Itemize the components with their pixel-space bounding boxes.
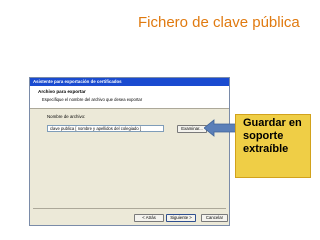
- callout-box: Guardar en soporte extraíble: [235, 114, 311, 178]
- browse-button[interactable]: Examinar...: [177, 125, 207, 133]
- button-separator: [33, 208, 226, 209]
- header-subtitle: Especifique el nombre del archivo que de…: [42, 97, 143, 102]
- dialog-header: Archivo para exportar Especifique el nom…: [30, 86, 229, 109]
- cancel-button[interactable]: Cancelar: [201, 214, 228, 222]
- header-title: Archivo para exportar: [38, 89, 86, 94]
- next-button[interactable]: Siguiente >: [166, 214, 196, 222]
- file-name-label: Nombre de archivo:: [47, 114, 86, 119]
- export-wizard-dialog: Asistente para exportación de certificad…: [29, 77, 230, 226]
- dialog-titlebar: Asistente para exportación de certificad…: [30, 78, 229, 86]
- back-button[interactable]: < Atrás: [134, 214, 164, 222]
- file-name-input[interactable]: clave publica [ nombre y apellidos del c…: [47, 125, 164, 132]
- slide-title: Fichero de clave pública: [138, 14, 300, 31]
- callout-text: Guardar en soporte extraíble: [243, 117, 302, 155]
